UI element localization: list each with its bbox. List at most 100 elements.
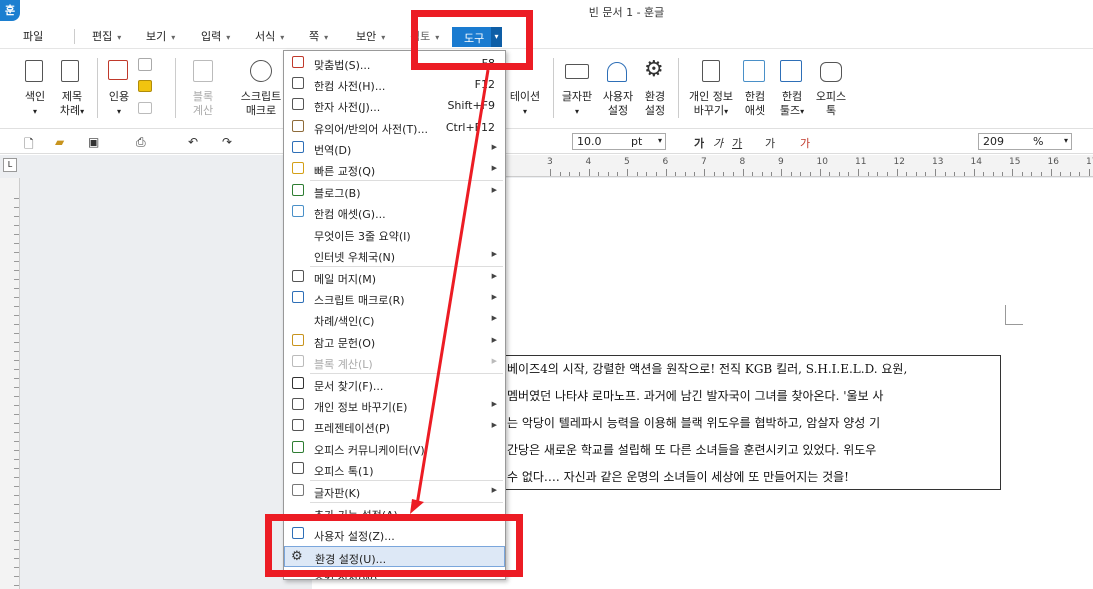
chevron-down-icon: ▾ (491, 27, 502, 47)
ruler-tick (14, 207, 19, 208)
menu-item-1[interactable]: 맞춤법(S)... F8 (284, 53, 505, 74)
underline-button[interactable]: 가 (732, 135, 742, 151)
zoom-field[interactable]: 209% ▾ (978, 133, 1072, 150)
ruler-tick (14, 369, 19, 370)
menu-review[interactable]: 검토 ▾ (410, 28, 439, 44)
menu-view[interactable]: 보기 ▾ (146, 28, 175, 44)
menu-item-4[interactable]: 유의어/반의어 사전(T)... Ctrl+F12 (284, 117, 505, 138)
menu-item-label: 스크립트 매크로(R) (314, 294, 405, 308)
ruler-tick (1021, 172, 1023, 176)
ruler-tick (665, 169, 667, 176)
menu-item-9[interactable]: 무엇이든 3줄 요약(I) (284, 224, 505, 245)
keyboard-button[interactable]: 글자판 ▾ (558, 90, 596, 119)
menu-item-label: 번역(D) (314, 143, 352, 157)
menu-page[interactable]: 쪽 ▾ (309, 28, 328, 44)
submenu-arrow-icon: ▶ (491, 164, 497, 172)
menu-item-6[interactable]: 빠른 교정(Q) ▶ (284, 159, 505, 180)
menu-item-13[interactable]: 차례/색인(C) ▶ (284, 309, 505, 330)
ruler-tick (14, 387, 19, 388)
redo-icon[interactable]: ↷ (222, 135, 232, 149)
ruler-tick (14, 585, 19, 586)
ruler-tick (954, 172, 956, 176)
menu-security[interactable]: 보안 ▾ (356, 28, 385, 44)
ruler-tick (14, 414, 19, 415)
toc-button[interactable]: 제목 차례▾ (55, 90, 89, 119)
ruler-tick (578, 172, 580, 176)
menu-item-7[interactable]: 블로그(B) ▶ (284, 181, 505, 202)
menu-tools[interactable]: 도구 ▾ (452, 27, 502, 47)
ruler-tick (14, 225, 19, 226)
preferences-button[interactable]: 환경 설정 (640, 90, 670, 118)
hancom-asset-button[interactable]: 한컴 애셋 (738, 90, 772, 118)
citation-button[interactable]: 인용 ▾ (106, 90, 132, 119)
menu-insert[interactable]: 입력 ▾ (201, 28, 230, 44)
ruler-number: 7 (701, 157, 707, 167)
open-folder-icon[interactable]: ▰ (55, 135, 64, 149)
text-box[interactable]: 베이즈4의 시작, 강렬한 액션을 원작으로! 전직 KGB 킬러, S.H.I… (420, 355, 1001, 490)
font-size-field[interactable]: 10.0 pt ▾ (572, 133, 666, 150)
ruler-tick (886, 172, 888, 176)
menu-file[interactable]: 파일 (23, 28, 43, 44)
menu-item-3[interactable]: 한자 사전(J)... Shift+F9 (284, 95, 505, 116)
ruler-tick (14, 234, 19, 235)
menu-item-25[interactable]: 스킨 설정(W)... (284, 567, 505, 579)
text-line-5: 수 없다…. 자신과 같은 운명의 소녀들이 세상에 또 만들어지는 것을! (507, 470, 850, 484)
ruler-tick (14, 270, 19, 271)
ruler-tick (14, 198, 19, 199)
text-line-1: 베이즈4의 시작, 강렬한 액션을 원작으로! 전직 KGB 킬러, S.H.I… (507, 362, 908, 376)
strike-button[interactable]: 가 (765, 135, 775, 151)
ruler-tick (14, 558, 19, 559)
bold-button[interactable]: 가 (694, 135, 704, 151)
menu-item-label: 무엇이든 3줄 요약(I) (314, 229, 411, 243)
ruler-corner-button[interactable]: L (3, 158, 17, 172)
ruler-number: 5 (624, 157, 630, 167)
ruler-tick (14, 252, 19, 253)
block-calc-button[interactable]: 블록 계산 (188, 90, 218, 118)
menu-item-8[interactable]: 한컴 애셋(G)... (284, 202, 505, 223)
menu-item-label: 차례/색인(C) (314, 315, 375, 329)
menu-item-10[interactable]: 인터넷 우체국(N) ▶ (284, 245, 505, 266)
menu-item-19[interactable]: 오피스 커뮤니케이터(V) (284, 438, 505, 459)
ruler-tick (1079, 172, 1081, 176)
menu-item-12[interactable]: 스크립트 매크로(R) ▶ (284, 288, 505, 309)
menu-item-24[interactable]: ⚙ 환경 설정(U)... (284, 545, 505, 567)
reference-icon (292, 333, 304, 346)
hancom-tools-button[interactable]: 한컴 툴즈▾ (774, 90, 810, 119)
user-settings-button[interactable]: 사용자 설정 (600, 90, 636, 118)
menu-edit[interactable]: 편집 ▾ (92, 28, 121, 44)
window-title: 빈 문서 1 - 훈글 (588, 6, 665, 19)
submenu-arrow-icon: ▶ (491, 400, 497, 409)
menu-item-20[interactable]: 오피스 톡(1) (284, 459, 505, 480)
menu-item-18[interactable]: 프레젠테이션(P) ▶ (284, 416, 505, 437)
index-button[interactable]: 색인 ▾ (22, 90, 48, 119)
submenu-arrow-icon: ▶ (491, 314, 497, 323)
text-line-2: 멤버였던 나타샤 로마노프. 과거에 남긴 발자국이 그녀를 찾아온다. '울보… (507, 389, 884, 403)
new-doc-icon[interactable]: 🗋 (24, 135, 34, 156)
menu-item-2[interactable]: 한컴 사전(H)... F12 (284, 74, 505, 95)
save-icon[interactable]: ▣ (88, 135, 99, 149)
menu-item-label: 오피스 커뮤니케이터(V) (314, 443, 425, 457)
menu-item-17[interactable]: 개인 정보 바꾸기(E) ▶ (284, 395, 505, 416)
menu-item-5[interactable]: 번역(D) ▶ (284, 138, 505, 159)
print-icon[interactable]: ⎙ (136, 135, 146, 150)
menu-item-15[interactable]: 블록 계산(L) ▶ (284, 352, 505, 373)
menu-item-14[interactable]: 참고 문헌(O) ▶ (284, 331, 505, 352)
script-macro-button[interactable]: 스크립트 매크로 (238, 90, 284, 118)
privacy-button[interactable]: 개인 정보 바꾸기▾ (685, 90, 737, 119)
menu-item-23[interactable]: 사용자 설정(Z)... (284, 524, 505, 545)
office-talk-button[interactable]: 오피스 톡 (812, 90, 850, 118)
font-color-button[interactable]: 가 (800, 135, 810, 151)
menu-item-21[interactable]: 글자판(K) ▶ (284, 481, 505, 502)
menu-format[interactable]: 서식 ▾ (255, 28, 284, 44)
title-bar: 훈 빈 문서 1 - 훈글 (0, 0, 1093, 24)
text-line-4: 간당은 새로운 학교를 설립해 또 다른 소녀들을 훈련시키고 있었다. 위도우 (507, 443, 877, 457)
undo-icon[interactable]: ↶ (188, 135, 198, 149)
italic-button[interactable]: 가 (713, 135, 723, 151)
menu-item-label: 프레젠테이션(P) (314, 422, 390, 436)
menu-item-16[interactable]: 문서 찾기(F)... (284, 374, 505, 395)
presentation-button[interactable]: 테이션 ▾ (507, 90, 543, 119)
menu-item-22[interactable]: 추가 기능 설정(A)... (284, 503, 505, 524)
gear-icon: ⚙ (644, 57, 664, 82)
toc-icon (61, 60, 79, 82)
menu-item-11[interactable]: 메일 머지(M) ▶ (284, 267, 505, 288)
